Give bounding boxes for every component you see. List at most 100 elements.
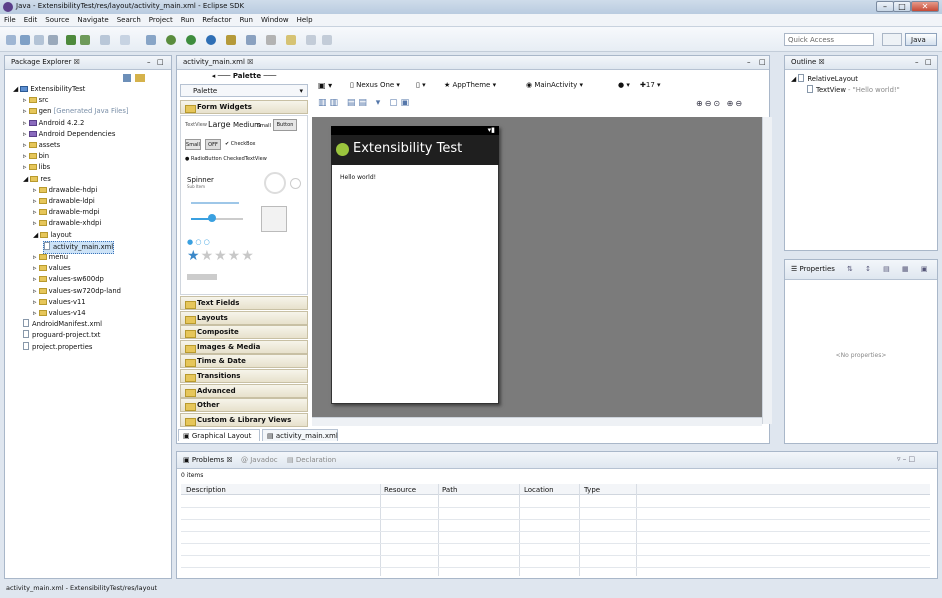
palette-category[interactable]: Advanced <box>180 383 308 398</box>
button-widget[interactable]: Button <box>273 119 297 131</box>
palette-category[interactable]: Transitions <box>180 369 308 383</box>
save-icon[interactable] <box>20 35 30 45</box>
debug-icon[interactable] <box>166 35 176 45</box>
minimize-button[interactable]: – <box>876 1 894 12</box>
package-explorer-tab[interactable]: Package Explorer ☒ <box>11 58 80 66</box>
external-tool-icon[interactable] <box>146 35 156 45</box>
hello-textview[interactable]: Hello world! <box>340 174 376 181</box>
outline-root[interactable]: ◢ RelativeLayout <box>791 74 858 85</box>
api-dropdown[interactable]: ✚17 ▾ <box>640 81 661 89</box>
quickcontact-badge-widget[interactable] <box>261 206 287 232</box>
save-all-icon[interactable] <box>34 35 44 45</box>
indeterminate-progress-widget[interactable] <box>187 274 217 280</box>
open-perspective-icon[interactable] <box>882 33 902 46</box>
menu-source[interactable]: Source <box>41 14 73 24</box>
col-type[interactable]: Type <box>584 486 600 494</box>
menu-refactor[interactable]: Refactor <box>198 14 235 24</box>
minimize-outline-icon[interactable]: – <box>915 58 919 66</box>
lint-icon[interactable] <box>100 35 110 45</box>
properties-tab[interactable]: ☰ Properties <box>791 265 835 273</box>
menu-edit[interactable]: Edit <box>20 14 42 24</box>
seekbar-thumb[interactable] <box>208 214 216 222</box>
device-dropdown[interactable]: ▯ Nexus One ▾ <box>350 81 400 89</box>
forward-icon[interactable] <box>322 35 332 45</box>
palette-category[interactable]: Time & Date <box>180 354 308 369</box>
tree-item[interactable]: ▹ drawable-xhdpi <box>33 218 101 229</box>
outline-tab[interactable]: Outline ☒ <box>791 58 825 66</box>
tree-item[interactable]: ▹ src <box>23 95 49 106</box>
graphical-layout-tab[interactable]: ▣ Graphical Layout <box>178 429 260 441</box>
expand-arrow-icon[interactable]: ◢ <box>33 231 40 239</box>
radio-widget[interactable]: ● RadioButton CheckedTextView <box>185 156 267 162</box>
textview-widget[interactable]: TextView <box>185 122 207 128</box>
tree-item[interactable]: ▹ values-sw720dp-land <box>33 286 121 297</box>
palette-category[interactable]: Layouts <box>180 310 308 325</box>
progress-bar-widget[interactable] <box>191 202 239 204</box>
small-progress-widget[interactable] <box>290 178 301 189</box>
col-location[interactable]: Location <box>524 486 554 494</box>
minimize-view-icon[interactable]: – <box>147 58 151 66</box>
tree-item[interactable]: ▹ drawable-mdpi <box>33 207 100 218</box>
maximize-outline-icon[interactable]: □ <box>925 58 932 66</box>
palette-category[interactable]: Text Fields <box>180 296 308 310</box>
maximize-button[interactable]: □ <box>893 1 911 12</box>
menu-help[interactable]: Help <box>293 14 317 24</box>
annotation-icon[interactable] <box>286 35 296 45</box>
minimize-editor-icon[interactable]: – <box>747 58 751 66</box>
tree-item[interactable]: ▹ values-sw600dp <box>33 274 104 285</box>
canvas-hscrollbar[interactable] <box>312 417 762 426</box>
outline-child[interactable]: TextView - "Hello world!" <box>807 85 900 96</box>
tree-item[interactable]: ▹ drawable-ldpi <box>33 196 95 207</box>
palette-category[interactable]: Other <box>180 398 308 413</box>
small-button-widget[interactable]: Small <box>185 139 201 150</box>
device-preview[interactable] <box>331 126 499 404</box>
expand-arrow-icon[interactable]: ◢ <box>23 175 30 183</box>
large-widget[interactable]: Large <box>208 120 231 129</box>
menu-project[interactable]: Project <box>145 14 177 24</box>
col-resource[interactable]: Resource <box>384 486 416 494</box>
tree-item[interactable]: ▹ libs <box>23 162 50 173</box>
problems-view-menu-icon[interactable]: ▿ – □ <box>897 455 915 463</box>
col-path[interactable]: Path <box>442 486 457 494</box>
tree-item[interactable]: AndroidManifest.xml <box>23 319 102 330</box>
locale-dropdown[interactable]: ● ▾ <box>618 81 630 89</box>
java-perspective-button[interactable]: Java <box>905 33 937 46</box>
expand-arrow-icon[interactable]: ◢ <box>13 85 20 93</box>
tree-item[interactable]: ▹ bin <box>23 151 49 162</box>
menu-run-2[interactable]: Run <box>236 14 257 24</box>
checkbox-widget[interactable]: ✔ CheckBox <box>225 141 255 147</box>
tree-item[interactable]: ◢ res <box>23 174 51 185</box>
tree-item[interactable]: ▹ menu <box>33 252 68 263</box>
tree-item[interactable]: ◢ ExtensibilityTest <box>13 84 85 95</box>
tree-item[interactable]: ▹ Android 4.2.2 <box>23 118 84 129</box>
tree-item[interactable]: ▹ drawable-hdpi <box>33 185 97 196</box>
new-android-icon[interactable] <box>120 35 130 45</box>
small-widget[interactable]: Small <box>257 123 271 129</box>
editor-tab[interactable]: activity_main.xml ☒ <box>183 58 253 66</box>
palette-category[interactable]: Images & Media <box>180 339 308 354</box>
zoom-icons[interactable]: ⊕⊖⊙ ⊕⊖ <box>696 99 744 108</box>
menu-window[interactable]: Window <box>257 14 293 24</box>
orientation-dropdown[interactable]: ▯ ▾ <box>416 81 426 89</box>
link-editor-icon[interactable] <box>135 74 145 82</box>
tree-item[interactable]: ▹ values-v11 <box>33 297 86 308</box>
menu-run[interactable]: Run <box>177 14 198 24</box>
search-icon[interactable] <box>266 35 276 45</box>
declaration-tab[interactable]: ▤ Declaration <box>287 456 336 464</box>
maximize-editor-icon[interactable]: □ <box>759 58 766 66</box>
rating-bar-widget[interactable]: ★★★★★ <box>187 248 255 264</box>
quick-access-input[interactable]: Quick Access <box>784 33 874 46</box>
new-java-project-icon[interactable] <box>226 35 236 45</box>
close-button[interactable]: ✕ <box>911 1 939 12</box>
print-icon[interactable] <box>48 35 58 45</box>
javadoc-tab[interactable]: @ Javadoc <box>241 456 278 464</box>
back-icon[interactable] <box>306 35 316 45</box>
config-icon[interactable]: ▣ ▾ <box>318 81 332 90</box>
run-icon[interactable] <box>186 35 196 45</box>
theme-dropdown[interactable]: ★ AppTheme ▾ <box>444 81 496 89</box>
tree-item[interactable]: ◢ layout <box>33 230 72 241</box>
canvas-vscrollbar[interactable] <box>762 117 772 424</box>
coverage-icon[interactable] <box>206 35 216 45</box>
col-description[interactable]: Description <box>186 486 226 494</box>
tree-item[interactable]: ▹ Android Dependencies <box>23 129 115 140</box>
